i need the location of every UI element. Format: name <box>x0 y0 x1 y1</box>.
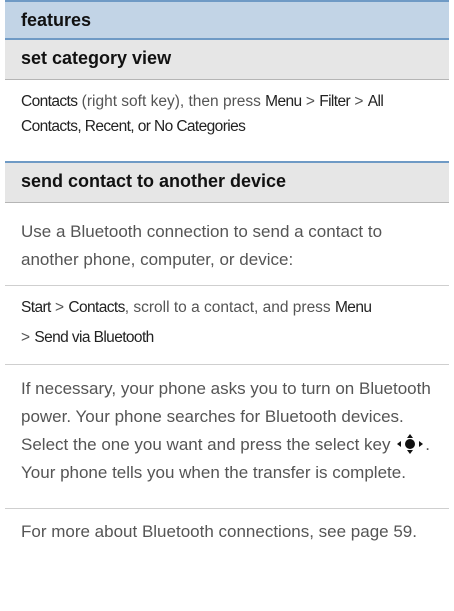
paragraph-separator <box>5 285 449 286</box>
section-title-set-category-view: set category view <box>5 40 449 80</box>
filter-command: Filter <box>319 93 351 110</box>
start-command: Start <box>21 299 51 316</box>
text-fragment: > <box>50 299 69 316</box>
menu-command: Menu <box>265 93 302 110</box>
send-via-bluetooth-steps: Start > Contacts, scroll to a contact, a… <box>21 295 433 350</box>
bluetooth-power-paragraph: If necessary, your phone asks you to tur… <box>21 375 433 487</box>
text-fragment: > <box>21 329 35 346</box>
steps-line-1: Start > Contacts, scroll to a contact, a… <box>21 295 433 320</box>
contacts-command: Contacts <box>21 93 78 110</box>
paragraph-text: If necessary, your phone asks you to tur… <box>21 379 431 454</box>
category-options-command: Contacts, Recent, or No Categories <box>21 118 246 135</box>
section-title-text: send contact to another device <box>21 171 287 191</box>
send-via-bluetooth-command: Send via Bluetooth <box>34 329 154 346</box>
steps-line-2: > Send via Bluetooth <box>21 325 433 350</box>
paragraph-separator <box>5 364 449 365</box>
text-fragment: (right soft key), then press <box>77 93 266 110</box>
all-command: All <box>367 93 384 110</box>
features-header: features <box>5 0 449 40</box>
bluetooth-intro-paragraph: Use a Bluetooth connection to send a con… <box>21 222 383 269</box>
section-title-text: set category view <box>21 48 172 68</box>
manual-page: features set category view Contacts (rig… <box>0 0 454 611</box>
paragraph-separator <box>5 508 449 509</box>
text-fragment: > <box>301 93 320 110</box>
instruction-line-1: Contacts (right soft key), then press Me… <box>21 89 433 114</box>
more-info-paragraph: For more about Bluetooth connections, se… <box>21 522 417 541</box>
section-title-send-contact: send contact to another device <box>5 163 449 203</box>
text-fragment: , scroll to a contact, and press <box>124 299 335 316</box>
contacts-command: Contacts <box>68 299 125 316</box>
menu-command: Menu <box>335 299 372 316</box>
set-category-instructions: Contacts (right soft key), then press Me… <box>21 89 433 139</box>
instruction-line-2: Contacts, Recent, or No Categories <box>21 114 433 139</box>
header-title: features <box>21 10 92 30</box>
text-fragment: > <box>350 93 368 110</box>
select-key-icon <box>395 434 425 454</box>
